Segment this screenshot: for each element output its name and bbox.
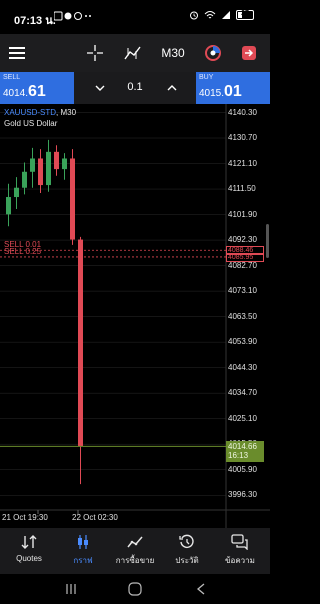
price-tick: 4025.10: [228, 413, 257, 423]
timeframe-selector[interactable]: M30: [158, 40, 188, 66]
messages-icon: [231, 534, 248, 550]
home-button[interactable]: [120, 579, 150, 599]
exit-icon: [242, 46, 256, 60]
chart-icon: [78, 535, 88, 549]
price-tick: 4063.50: [228, 311, 257, 321]
nav-history[interactable]: ประวัติ: [160, 528, 214, 574]
candle-body: [14, 187, 19, 198]
nav-trade[interactable]: การซื้อขาย: [108, 528, 162, 574]
volume-decrease-button[interactable]: [88, 72, 112, 104]
order-bar: SELL 4014.61 0.1 BUY 4015.01: [0, 72, 270, 104]
nav-label: กราฟ: [73, 556, 93, 565]
price-tick: 4092.30: [228, 235, 257, 245]
nav-label: Quotes: [16, 554, 42, 563]
position-label[interactable]: SELL 0.25: [4, 247, 41, 256]
price-tick: 3996.30: [228, 490, 257, 500]
position-price-tag: 4085.95: [226, 252, 264, 262]
price-tick: 4121.10: [228, 158, 257, 168]
time-label: 21 Oct 19:30: [2, 513, 48, 522]
bottom-navigation: Quotes กราฟ การซื้อขาย ประวัติ ข้อความ: [0, 528, 270, 574]
price-chart[interactable]: XAUUSD-STD, M30 Gold US Dollar 4140.30 41…: [0, 104, 270, 528]
recents-button[interactable]: [56, 579, 86, 599]
candle-body: [30, 158, 35, 172]
battery-percent: 27: [241, 10, 249, 17]
nav-quotes[interactable]: Quotes: [2, 528, 56, 574]
time-axis: 21 Oct 19:30 22 Oct 02:30: [0, 510, 226, 528]
candle-body: [70, 158, 75, 240]
candle-body: [6, 197, 11, 215]
volume-input[interactable]: 0.1: [115, 81, 155, 93]
status-bar: 07:13 น. 27: [0, 0, 270, 34]
exit-button[interactable]: [236, 40, 262, 66]
candle-body: [46, 151, 51, 186]
candle-body: [54, 151, 59, 170]
indicator-icon: [124, 46, 141, 60]
back-icon: [196, 583, 205, 595]
indicators-button[interactable]: [120, 40, 146, 66]
crosshair-button[interactable]: [82, 40, 108, 66]
price-tick: 4073.10: [228, 286, 257, 296]
symbol-description: Gold US Dollar: [4, 119, 58, 128]
candle-body: [78, 239, 83, 447]
signal-icon: [222, 11, 230, 19]
buy-price: 4015.01: [199, 83, 242, 100]
volume-increase-button[interactable]: [160, 72, 184, 104]
bar-countdown: 16:13: [228, 451, 249, 461]
nav-chart[interactable]: กราฟ: [56, 528, 110, 574]
one-click-trading-button[interactable]: [200, 40, 226, 66]
wifi-icon: [204, 11, 216, 19]
trade-icon: [127, 536, 143, 548]
battery-icon: 27: [236, 10, 254, 20]
one-click-icon: [205, 45, 221, 61]
quotes-icon: [21, 535, 37, 549]
price-tick: 4053.90: [228, 337, 257, 347]
nav-messages[interactable]: ข้อความ: [213, 528, 267, 574]
nav-label: การซื้อขาย: [115, 556, 155, 565]
price-tick: 4101.90: [228, 209, 257, 219]
candle-body: [62, 158, 67, 170]
history-icon: [179, 534, 194, 548]
nav-label: ประวัติ: [175, 556, 199, 565]
timeframe-label: M30: [161, 46, 185, 60]
recents-icon: [66, 584, 76, 594]
price-tick: 4044.30: [228, 362, 257, 372]
nav-label: ข้อความ: [225, 556, 255, 565]
menu-icon: [9, 47, 25, 59]
price-tick: 4005.90: [228, 464, 257, 474]
current-price-tag: 4014.66 16:13: [226, 441, 264, 463]
sell-label: SELL: [3, 74, 21, 81]
menu-button[interactable]: [4, 40, 30, 66]
chart-toolbar: M30: [0, 34, 270, 72]
candle-body: [38, 158, 43, 186]
alarm-icon: [190, 11, 198, 20]
candle-body: [22, 171, 27, 188]
status-time: 07:13 น.: [14, 15, 56, 27]
buy-button[interactable]: BUY 4015.01: [196, 72, 270, 104]
chevron-down-icon: [95, 85, 105, 91]
price-tick: 4111.50: [228, 184, 256, 194]
chevron-up-icon: [167, 85, 177, 91]
current-price: 4014.66: [228, 442, 257, 452]
back-button[interactable]: [186, 579, 216, 599]
time-label: 22 Oct 02:30: [72, 513, 118, 522]
sell-button[interactable]: SELL 4014.61: [0, 72, 74, 104]
symbol-name: XAUUSD-STD: [4, 108, 57, 117]
crosshair-icon: [87, 45, 103, 61]
buy-label: BUY: [199, 74, 214, 81]
price-tick: 4140.30: [228, 107, 257, 117]
symbol-timeframe: M30: [60, 108, 77, 117]
price-tick: 4034.70: [228, 388, 257, 398]
system-navigation: [0, 574, 270, 604]
home-icon: [128, 582, 142, 596]
scroll-handle[interactable]: [266, 224, 269, 258]
notification-icons: [53, 11, 94, 23]
price-tick: 4130.70: [228, 133, 257, 143]
sell-price: 4014.61: [3, 83, 46, 100]
symbol-header: XAUUSD-STD, M30: [4, 108, 77, 117]
